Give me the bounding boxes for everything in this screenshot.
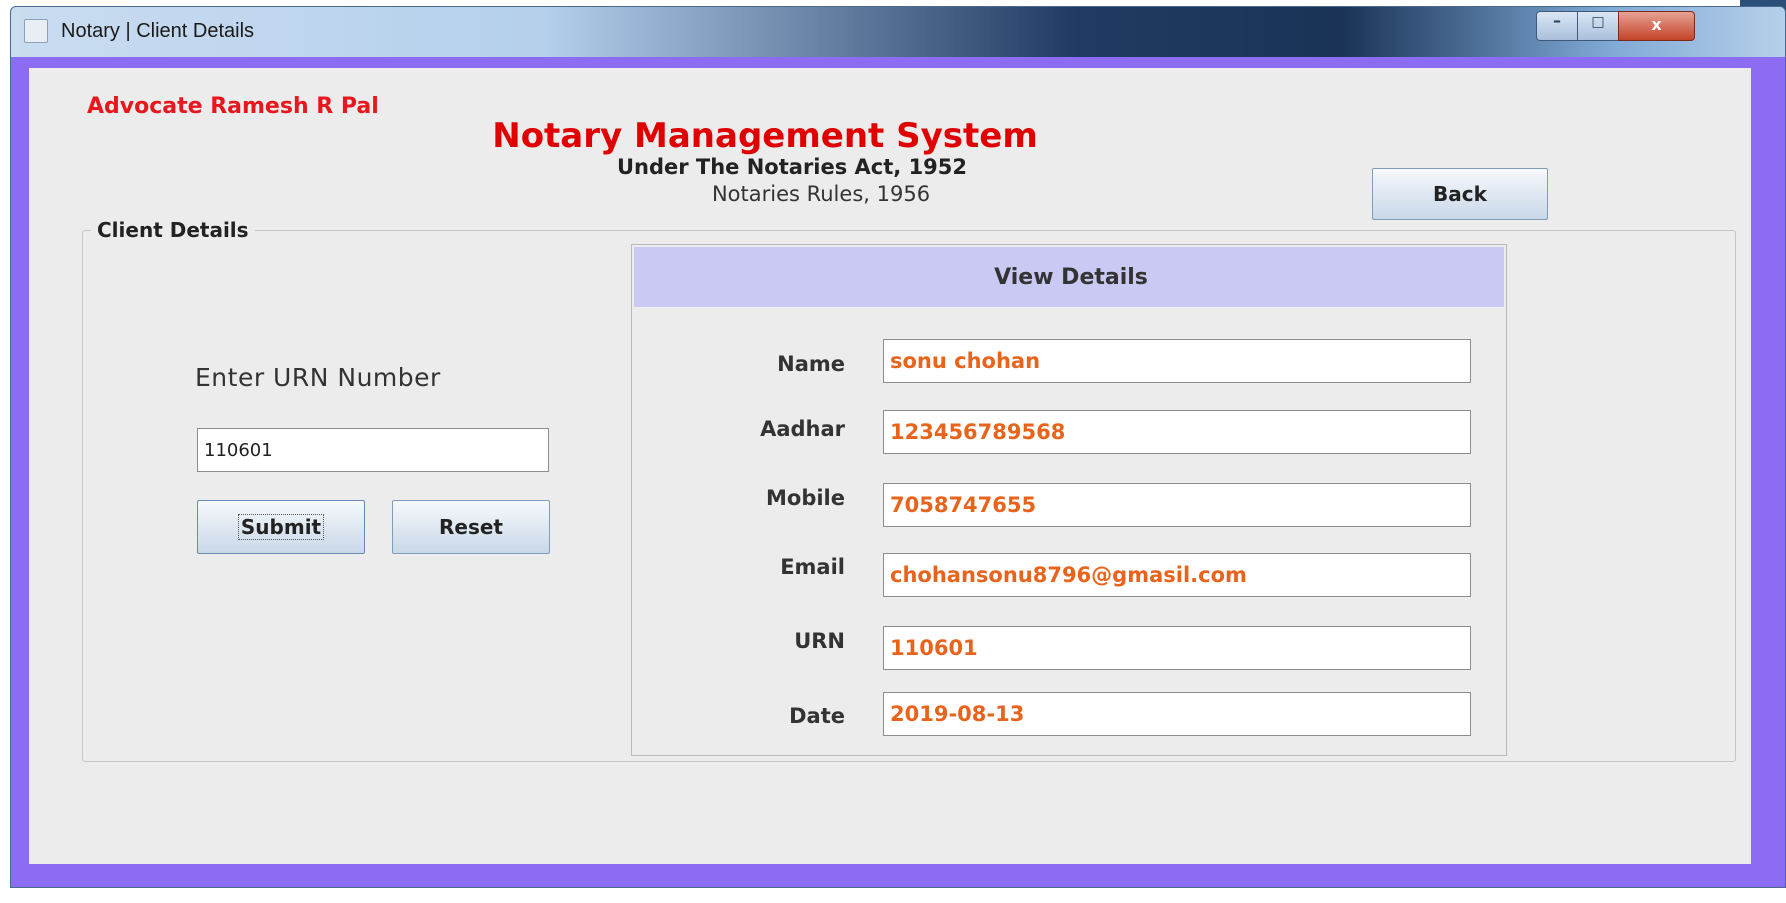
name-label: Name xyxy=(777,352,845,376)
window-frame: Advocate Ramesh R Pal Notary Management … xyxy=(11,57,1785,887)
desktop-bottom xyxy=(0,888,1786,903)
back-button[interactable]: Back xyxy=(1372,168,1548,220)
urn-input[interactable] xyxy=(197,428,549,472)
rules-subtitle-text: Notaries Rules, 1956 xyxy=(711,182,931,206)
act-subtitle-text: Under The Notaries Act, 1952 xyxy=(616,155,968,179)
submit-button-label: Submit xyxy=(237,514,325,540)
window-title: Notary | Client Details xyxy=(61,20,255,42)
maximize-button[interactable]: □ xyxy=(1577,11,1619,41)
view-details-header: View Details xyxy=(634,247,1504,307)
view-details-title-text: View Details xyxy=(994,265,1148,290)
mobile-label: Mobile xyxy=(766,486,845,510)
mobile-field[interactable]: 7058747655 xyxy=(883,483,1471,527)
aadhar-label: Aadhar xyxy=(760,417,845,441)
app-title-text: Notary Management System xyxy=(492,116,1038,156)
view-details-title: View Details xyxy=(634,265,1504,290)
app-window: Notary | Client Details – □ x Advocate R… xyxy=(10,6,1786,888)
email-label: Email xyxy=(780,555,845,579)
date-field[interactable]: 2019-08-13 xyxy=(883,692,1471,736)
aadhar-field[interactable]: 123456789568 xyxy=(883,410,1471,454)
name-field[interactable]: sonu chohan xyxy=(883,339,1471,383)
maximize-icon: □ xyxy=(1591,14,1605,30)
email-field[interactable]: chohansonu8796@gmasil.com xyxy=(883,553,1471,597)
content-panel: Advocate Ramesh R Pal Notary Management … xyxy=(29,68,1751,864)
java-app-icon xyxy=(24,19,48,43)
close-button[interactable]: x xyxy=(1618,11,1695,41)
client-details-legend: Client Details xyxy=(91,218,255,242)
minimize-icon: – xyxy=(1553,11,1561,30)
urn-details-field[interactable]: 110601 xyxy=(883,626,1471,670)
app-title: Notary Management System xyxy=(29,116,1751,156)
urn-label: Enter URN Number xyxy=(195,363,441,392)
reset-button[interactable]: Reset xyxy=(392,500,550,554)
submit-button[interactable]: Submit xyxy=(197,500,365,554)
title-bar[interactable]: Notary | Client Details – □ x xyxy=(11,7,1785,57)
urn-details-label: URN xyxy=(794,629,845,653)
date-label: Date xyxy=(789,704,845,728)
close-icon: x xyxy=(1651,15,1662,34)
minimize-button[interactable]: – xyxy=(1536,11,1578,41)
